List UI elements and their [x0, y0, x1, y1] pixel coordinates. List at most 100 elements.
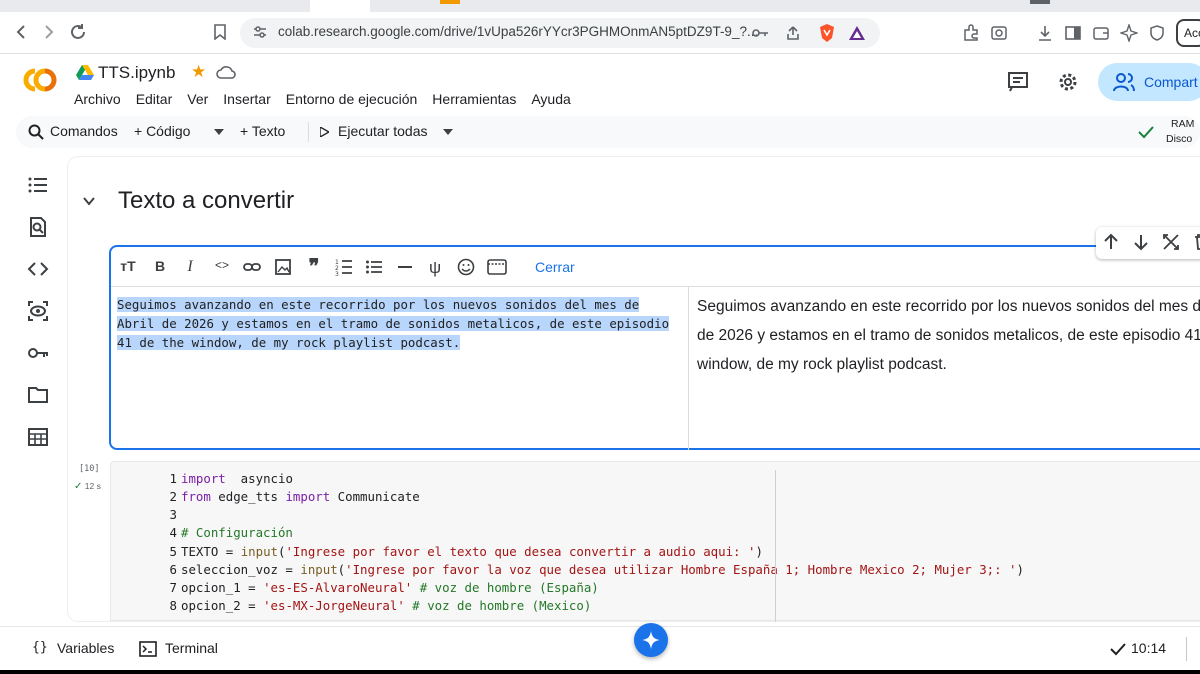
bookmark-icon[interactable] — [208, 20, 232, 44]
markdown-editor[interactable]: Seguimos avanzando en este recorrido por… — [117, 295, 679, 352]
site-info-icon[interactable] — [252, 24, 268, 40]
address-bar[interactable]: colab.research.google.com/drive/1vUpa526… — [240, 18, 880, 48]
notebook-title[interactable]: TTS.ipynb — [98, 63, 175, 83]
image-search-icon[interactable] — [988, 22, 1010, 44]
code-cell[interactable]: 1 import asyncio 2 from edge_tts import Com… — [110, 461, 1200, 622]
menu-item-editar[interactable]: Editar — [136, 91, 173, 107]
find-replace-icon[interactable] — [27, 216, 49, 238]
code-format-icon[interactable]: <> — [211, 258, 233, 276]
quote-icon[interactable]: ❞ — [305, 254, 323, 278]
reload-icon[interactable] — [66, 20, 90, 44]
table-of-contents-icon[interactable] — [27, 174, 49, 196]
code-line[interactable]: 6 seleccion_voz = input('Ingrese por favo… — [111, 561, 1024, 579]
code-line[interactable]: 1 import asyncio — [111, 470, 1024, 488]
comments-icon[interactable] — [1006, 70, 1030, 94]
wallet-icon[interactable] — [1090, 22, 1112, 44]
forward-icon[interactable] — [36, 20, 60, 44]
code-snippets-icon[interactable] — [27, 258, 49, 280]
leo-ai-icon[interactable] — [1118, 22, 1140, 44]
back-icon[interactable] — [10, 20, 34, 44]
add-code-button[interactable]: + Código — [134, 123, 190, 139]
play-icon[interactable] — [320, 127, 329, 137]
extensions-icon[interactable] — [960, 22, 982, 44]
gemini-button[interactable] — [634, 623, 668, 657]
code-line[interactable]: 5 TEXTO = input('Ingrese por favor el tex… — [111, 543, 1024, 561]
share-button[interactable]: Compart — [1098, 63, 1200, 101]
sidebar-toggle-icon[interactable] — [1062, 22, 1084, 44]
run-dropdown-icon[interactable] — [443, 129, 453, 135]
status-check-icon[interactable] — [1110, 642, 1126, 656]
emoji-icon[interactable] — [457, 258, 475, 276]
bold-icon[interactable]: B — [151, 258, 169, 276]
settings-gear-icon[interactable] — [1056, 70, 1080, 94]
code-line[interactable]: 3 — [111, 506, 1024, 524]
last-run-time[interactable]: 10:14 — [1131, 640, 1166, 656]
tab-fragment[interactable] — [440, 0, 460, 4]
variables-braces-icon[interactable]: {} — [32, 640, 48, 655]
tab-fragment[interactable] — [310, 0, 370, 12]
url-text[interactable]: colab.research.google.com/drive/1vUpa526… — [278, 24, 758, 39]
collapse-section-chevron-icon[interactable] — [82, 194, 96, 208]
rewards-icon[interactable] — [846, 22, 868, 44]
execution-count[interactable]: [10] — [79, 464, 99, 474]
image-icon[interactable] — [274, 258, 292, 276]
commands-button[interactable]: Comandos — [50, 123, 118, 139]
menu-item-archivo[interactable]: Archivo — [74, 91, 121, 107]
italic-icon[interactable]: I — [181, 258, 199, 276]
text-size-icon[interactable]: тT — [119, 258, 137, 276]
preview-layout-icon[interactable] — [487, 258, 507, 276]
cloud-save-icon[interactable] — [216, 64, 236, 80]
code-token: # voz de hombre (Mexico) — [412, 598, 592, 614]
search-icon[interactable] — [28, 124, 44, 140]
code-dropdown-icon[interactable] — [214, 129, 224, 135]
vpn-icon[interactable] — [1146, 22, 1168, 44]
delete-icon[interactable] — [1192, 233, 1200, 251]
editor-line[interactable]: Seguimos avanzando en este recorrido por… — [117, 297, 640, 312]
latex-psi-icon[interactable]: ψ — [426, 258, 444, 277]
editor-line[interactable]: 41 de the window, de my rock playlist po… — [117, 335, 461, 350]
menu-item-entorno[interactable]: Entorno de ejecución — [286, 91, 418, 107]
menu-item-ver[interactable]: Ver — [187, 91, 208, 107]
tab-fragment[interactable] — [1030, 0, 1050, 4]
star-icon[interactable]: ★ — [191, 62, 206, 82]
notebook-toolbar: Comandos + Código + Texto Ejecutar todas — [16, 116, 1200, 148]
download-icon[interactable] — [1034, 22, 1056, 44]
data-table-icon[interactable] — [27, 426, 49, 448]
account-button[interactable]: Acc — [1176, 19, 1200, 47]
close-editor-button[interactable]: Cerrar — [535, 259, 575, 275]
terminal-button[interactable]: Terminal — [165, 640, 218, 656]
move-up-icon[interactable] — [1102, 233, 1120, 251]
bulleted-list-icon[interactable] — [365, 258, 383, 276]
editor-line[interactable]: Abril de 2026 y estamos en el tramo de s… — [117, 316, 670, 331]
move-down-icon[interactable] — [1132, 233, 1150, 251]
link-to-cell-icon[interactable] — [1162, 233, 1180, 251]
resource-monitor[interactable]: RAM Disco — [1166, 117, 1194, 147]
numbered-list-icon[interactable]: 123 — [335, 258, 353, 276]
brave-shield-icon[interactable] — [816, 22, 838, 44]
google-drive-icon[interactable] — [76, 64, 94, 80]
share-page-icon[interactable] — [782, 22, 804, 44]
menu-item-ayuda[interactable]: Ayuda — [531, 91, 570, 107]
connected-check-icon[interactable] — [1138, 125, 1154, 139]
code-line[interactable]: 4 # Configuración — [111, 524, 1024, 542]
code-line[interactable]: 7 opcion_1 = 'es-ES-AlvaroNeural' # voz d… — [111, 579, 1024, 597]
run-all-button[interactable]: Ejecutar todas — [338, 123, 428, 139]
execution-status[interactable]: ✓ 12 s — [74, 481, 101, 492]
secrets-key-icon[interactable] — [27, 342, 49, 364]
variable-inspector-icon[interactable] — [27, 300, 49, 322]
section-heading[interactable]: Texto a convertir — [118, 187, 294, 215]
code-editor[interactable]: 1 import asyncio 2 from edge_tts import Com… — [111, 470, 1024, 615]
link-icon[interactable] — [243, 258, 261, 276]
menu-item-insertar[interactable]: Insertar — [223, 91, 270, 107]
text-cell-editor[interactable]: тT B I <> ❞ 123 ψ Cerrar Seguimos avanza… — [109, 245, 1200, 450]
key-icon[interactable] — [750, 22, 772, 44]
code-line[interactable]: 2 from edge_tts import Communicate — [111, 488, 1024, 506]
variables-button[interactable]: Variables — [57, 640, 114, 656]
code-line[interactable]: 8 opcion_2 = 'es-MX-JorgeNeural' # voz de… — [111, 597, 1024, 615]
terminal-icon[interactable] — [139, 641, 157, 657]
add-text-button[interactable]: + Texto — [240, 123, 285, 139]
menu-item-herramientas[interactable]: Herramientas — [432, 91, 516, 107]
horizontal-rule-icon[interactable] — [396, 258, 414, 276]
files-folder-icon[interactable] — [27, 384, 49, 406]
colab-logo-icon[interactable] — [20, 66, 60, 94]
